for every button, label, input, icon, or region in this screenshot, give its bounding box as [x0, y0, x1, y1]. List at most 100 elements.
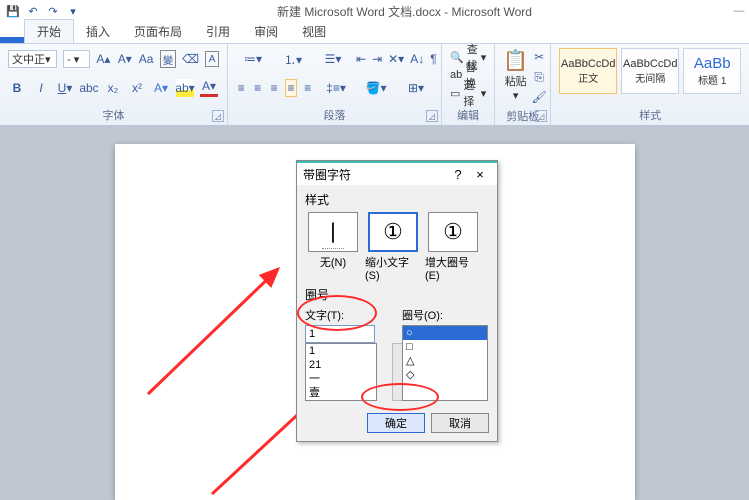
highlight-icon[interactable]: ab▾	[176, 79, 194, 97]
text-field-label: 文字(T):	[305, 307, 392, 323]
ring-listbox[interactable]: ○ □ △ ◇	[402, 325, 488, 401]
phonetic-guide-icon[interactable]: 變	[160, 50, 176, 68]
style-heading1[interactable]: AaBb 标题 1	[683, 48, 741, 94]
title-bar: 💾 ↶ ↷ ▾ 新建 Microsoft Word 文档.docx - Micr…	[0, 0, 749, 22]
style-normal[interactable]: AaBbCcDd 正文	[559, 48, 617, 94]
list-item[interactable]: ◇	[403, 368, 487, 382]
text-effect-icon[interactable]: A▾	[152, 79, 170, 97]
shrink-font-icon[interactable]: A▾	[117, 50, 132, 68]
bullets-icon[interactable]: ≔▾	[236, 50, 270, 68]
group-para-label: 段落	[236, 105, 433, 123]
style-option-enlarge[interactable]: ① 增大圈号(E)	[425, 212, 481, 282]
align-left-icon[interactable]: ≡	[236, 79, 246, 97]
tab-view[interactable]: 视图	[290, 20, 338, 43]
text-listbox[interactable]: 1 21 一 壹	[305, 343, 377, 401]
save-icon[interactable]: 💾	[6, 4, 20, 18]
style-enlarge-preview: ①	[428, 212, 478, 252]
align-right-icon[interactable]: ≡	[269, 79, 279, 97]
ring-column: 圈号(O): ○ □ △ ◇	[402, 307, 489, 401]
style-shrink-preview: ①	[368, 212, 418, 252]
list-item[interactable]: △	[403, 354, 487, 368]
group-clipboard: 📋 粘贴▾ ✂ ⎘ 🖌 剪贴板 ◿	[495, 44, 551, 125]
format-painter-icon[interactable]: 🖌	[530, 88, 548, 106]
decrease-indent-icon[interactable]: ⇤	[356, 50, 366, 68]
undo-icon[interactable]: ↶	[26, 4, 40, 18]
subscript-icon[interactable]: x₂	[104, 79, 122, 97]
font-size-combo[interactable]: - ▾	[63, 50, 90, 68]
numbering-icon[interactable]: ⒈▾	[276, 50, 310, 68]
group-font-label: 字体	[8, 105, 219, 123]
font-name-combo[interactable]: 文中正▾	[8, 50, 57, 68]
style-section-label: 样式	[305, 191, 489, 208]
copy-icon[interactable]: ⎘	[530, 68, 548, 86]
borders-icon[interactable]: ⊞▾	[399, 79, 433, 97]
bold-icon[interactable]: B	[8, 79, 26, 97]
grow-font-icon[interactable]: A▴	[96, 50, 111, 68]
distribute-icon[interactable]: ≡	[303, 79, 313, 97]
help-button[interactable]: ?	[447, 167, 469, 182]
tab-home[interactable]: 开始	[24, 19, 74, 43]
list-item[interactable]: 21	[306, 358, 376, 372]
ring-field-label: 圈号(O):	[402, 307, 489, 323]
cancel-button[interactable]: 取消	[431, 413, 489, 433]
list-item[interactable]: 一	[306, 372, 376, 386]
style-nospacing[interactable]: AaBbCcDd 无间隔	[621, 48, 679, 94]
align-center-icon[interactable]: ≡	[252, 79, 262, 97]
qat-more-icon[interactable]: ▾	[66, 4, 80, 18]
dialog-titlebar: 带圈字符 ? ×	[297, 161, 497, 185]
sort-icon[interactable]: A↓	[410, 50, 424, 68]
italic-icon[interactable]: I	[32, 79, 50, 97]
justify-icon[interactable]: ≡	[285, 79, 296, 97]
group-styles: AaBbCcDd 正文 AaBbCcDd 无间隔 AaBb 标题 1 样式	[551, 44, 749, 125]
style-option-shrink[interactable]: ① 缩小文字(S)	[365, 212, 421, 282]
superscript-icon[interactable]: x²	[128, 79, 146, 97]
para-dialog-launcher[interactable]: ◿	[426, 110, 438, 122]
tab-insert[interactable]: 插入	[74, 20, 122, 43]
paste-icon: 📋	[503, 48, 528, 73]
select-button[interactable]: ▭选择▾	[450, 84, 486, 102]
show-marks-icon[interactable]: ¶	[430, 50, 436, 68]
font-color-icon[interactable]: A▾	[200, 79, 218, 97]
enclose-char-icon[interactable]: A	[205, 51, 219, 67]
list-item[interactable]: 壹	[306, 386, 376, 400]
close-button[interactable]: ×	[469, 167, 491, 182]
tab-review[interactable]: 审阅	[242, 20, 290, 43]
increase-indent-icon[interactable]: ⇥	[372, 50, 382, 68]
group-edit-label: 编辑	[450, 105, 486, 123]
window-title: 新建 Microsoft Word 文档.docx - Microsoft Wo…	[80, 3, 729, 20]
asian-layout-icon[interactable]: ✕▾	[388, 50, 404, 68]
clip-dialog-launcher[interactable]: ◿	[535, 110, 547, 122]
ribbon: 文中正▾ - ▾ A▴ A▾ Aa 變 ⌫ A B I U▾ abc x₂ x²…	[0, 44, 749, 126]
list-item[interactable]: □	[403, 340, 487, 354]
enclose-char-dialog: 带圈字符 ? × 样式 丨 无(N) ① 缩小文字(S) ① 增大圈号(E) 圈…	[296, 160, 498, 442]
ok-button[interactable]: 确定	[367, 413, 425, 433]
paste-button[interactable]: 📋 粘贴▾	[503, 48, 528, 106]
tab-layout[interactable]: 页面布局	[122, 20, 194, 43]
ribbon-tabs: 开始 插入 页面布局 引用 审阅 视图	[0, 22, 749, 44]
font-dialog-launcher[interactable]: ◿	[212, 110, 224, 122]
underline-icon[interactable]: U▾	[56, 79, 74, 97]
text-column: 文字(T): 1 21 一 壹	[305, 307, 392, 401]
cut-icon[interactable]: ✂	[530, 48, 548, 66]
dialog-title: 带圈字符	[303, 166, 447, 183]
strike-icon[interactable]: abc	[80, 79, 98, 97]
tab-file[interactable]	[0, 37, 24, 43]
list-item[interactable]: ○	[403, 326, 487, 340]
multilevel-icon[interactable]: ☰▾	[316, 50, 350, 68]
minimize-icon[interactable]: —	[729, 5, 749, 17]
replace-icon: ab	[450, 69, 462, 81]
style-none-preview: 丨	[308, 212, 358, 252]
change-case-icon[interactable]: Aa	[138, 50, 153, 68]
group-style-label: 样式	[559, 105, 741, 123]
text-input[interactable]	[305, 325, 375, 343]
redo-icon[interactable]: ↷	[46, 4, 60, 18]
select-icon: ▭	[450, 87, 460, 100]
number-section-label: 圈号	[305, 286, 489, 303]
list-item[interactable]: 1	[306, 344, 376, 358]
line-spacing-icon[interactable]: ‡≡▾	[319, 79, 353, 97]
style-option-none[interactable]: 丨 无(N)	[305, 212, 361, 282]
shading-icon[interactable]: 🪣▾	[359, 79, 393, 97]
quick-access-toolbar: 💾 ↶ ↷ ▾	[0, 4, 80, 18]
clear-format-icon[interactable]: ⌫	[182, 50, 199, 68]
tab-references[interactable]: 引用	[194, 20, 242, 43]
